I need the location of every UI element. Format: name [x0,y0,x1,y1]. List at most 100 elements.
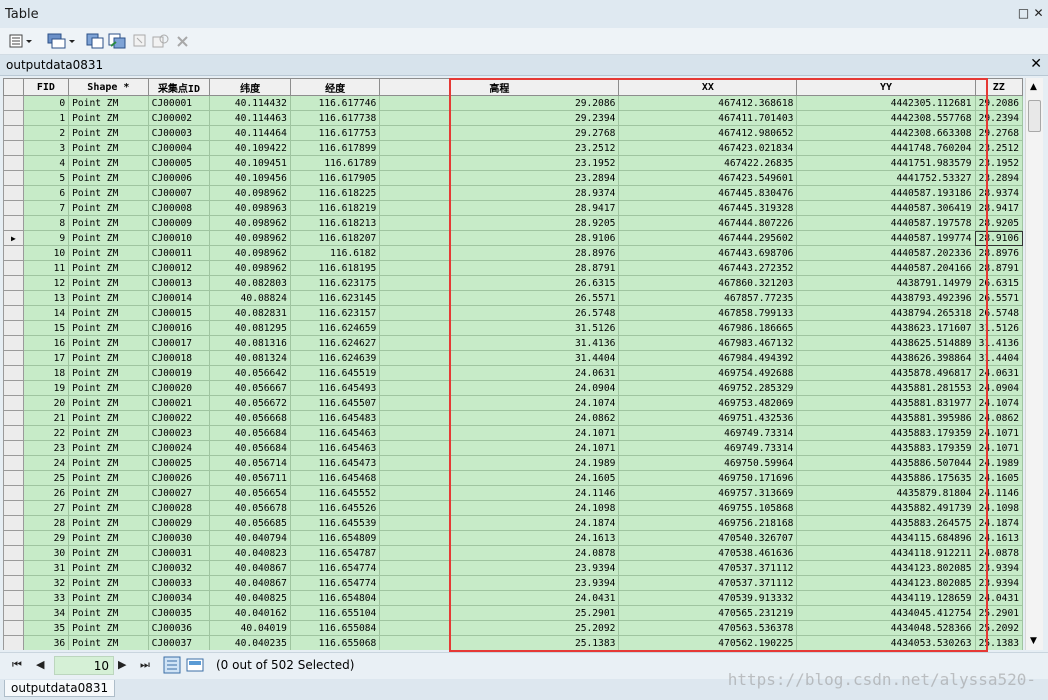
table-cell[interactable]: 34 [22,605,70,621]
table-cell[interactable]: 11 [22,260,70,276]
table-cell[interactable]: 24.0631 [379,365,620,381]
row-selector[interactable] [3,635,24,650]
row-selector[interactable] [3,440,24,456]
table-cell[interactable]: 40.056685 [209,515,291,531]
table-cell[interactable]: Point ZM [68,320,149,336]
table-cell[interactable]: 116.654787 [289,545,381,561]
table-cell[interactable]: 116.617905 [289,170,381,186]
table-cell[interactable]: Point ZM [68,485,149,501]
table-cell[interactable]: 4438791.14979 [796,275,976,291]
table-cell[interactable]: CJ00007 [147,185,211,201]
table-cell[interactable]: CJ00011 [147,245,211,261]
table-cell[interactable]: 116.654774 [289,575,381,591]
table-cell[interactable]: 40.109422 [209,140,291,156]
row-selector[interactable] [3,290,24,306]
table-cell[interactable]: Point ZM [68,200,149,216]
table-cell[interactable]: 467445.319328 [618,200,798,216]
table-cell[interactable]: 23.9394 [974,575,1023,591]
table-cell[interactable]: 467443.272352 [618,260,798,276]
row-selector[interactable] [3,125,24,141]
table-cell[interactable]: 28.8976 [379,245,620,261]
table-cell[interactable]: CJ00008 [147,200,211,216]
table-cell[interactable]: CJ00009 [147,215,211,231]
table-cell[interactable]: 467983.467132 [618,335,798,351]
table-cell[interactable]: 26 [22,485,70,501]
table-cell[interactable]: Point ZM [68,545,149,561]
table-cell[interactable]: Point ZM [68,590,149,606]
table-cell[interactable]: 4440587.204166 [796,260,976,276]
table-cell[interactable]: 26.5748 [974,305,1023,321]
table-cell[interactable]: 116.618219 [289,200,381,216]
table-cell[interactable]: 28.9374 [974,185,1023,201]
table-cell[interactable]: 4440587.202336 [796,245,976,261]
table-tab-title[interactable]: outputdata0831 [6,58,103,72]
table-cell[interactable]: 36 [22,635,70,650]
table-cell[interactable]: 24.0904 [379,380,620,396]
row-selector[interactable] [3,530,24,546]
row-selector[interactable] [3,350,24,366]
table-cell[interactable]: 470562.190225 [618,635,798,650]
table-cell[interactable]: 28.9106 [379,230,620,246]
table-cell[interactable]: 15 [22,320,70,336]
row-selector[interactable] [3,185,24,201]
table-cell[interactable]: 24.1146 [974,485,1023,501]
current-record-input[interactable]: 10 [54,656,114,675]
table-cell[interactable]: 24.1613 [974,530,1023,546]
table-cell[interactable]: CJ00032 [147,560,211,576]
table-cell[interactable]: CJ00028 [147,500,211,516]
table-cell[interactable]: 23.9394 [974,560,1023,576]
table-cell[interactable]: 18 [22,365,70,381]
table-cell[interactable]: CJ00027 [147,485,211,501]
table-cell[interactable]: 13 [22,290,70,306]
last-record-icon[interactable]: ⏭ [140,658,150,672]
table-cell[interactable]: 4440587.197578 [796,215,976,231]
table-cell[interactable]: 469755.105868 [618,500,798,516]
table-cell[interactable]: 24.0904 [974,380,1023,396]
table-cell[interactable]: 25.2092 [379,620,620,636]
column-header[interactable]: 经度 [289,78,381,96]
switch-selection-button[interactable] [108,32,126,50]
table-cell[interactable]: 23.9394 [379,560,620,576]
row-selector[interactable] [3,260,24,276]
table-row[interactable]: 22 Point ZM CJ00023 40.056684 116.645463 24.1… [3,425,1023,441]
table-cell[interactable]: CJ00034 [147,590,211,606]
table-cell[interactable]: 467444.295602 [618,230,798,246]
table-cell[interactable]: 22 [22,425,70,441]
table-cell[interactable]: 24.1074 [379,395,620,411]
row-selector[interactable] [3,335,24,351]
table-row[interactable]: 17 Point ZM CJ00018 40.081324 116.624639 31.4… [3,350,1023,366]
table-cell[interactable]: 467411.701403 [618,110,798,126]
column-header[interactable]: 高程 [379,78,620,96]
next-record-icon[interactable]: ▶ [118,658,126,671]
table-cell[interactable]: Point ZM [68,275,149,291]
table-cell[interactable]: 27 [22,500,70,516]
table-cell[interactable]: Point ZM [68,155,149,171]
column-header[interactable]: ZZ [974,78,1023,96]
table-cell[interactable]: 24.1098 [974,500,1023,516]
table-cell[interactable]: 24.1874 [974,515,1023,531]
table-cell[interactable]: 470563.536378 [618,620,798,636]
row-selector[interactable] [3,425,24,441]
table-cell[interactable]: 40.098962 [209,185,291,201]
table-cell[interactable]: 116.617746 [289,95,381,111]
table-cell[interactable]: Point ZM [68,140,149,156]
table-cell[interactable]: 4438625.514889 [796,335,976,351]
table-cell[interactable]: 4434118.912211 [796,545,976,561]
table-cell[interactable]: CJ00001 [147,95,211,111]
maximize-button[interactable]: □ [1017,7,1030,20]
table-cell[interactable]: 4434123.802085 [796,560,976,576]
table-cell[interactable]: Point ZM [68,605,149,621]
table-cell[interactable]: 24.0878 [379,545,620,561]
table-cell[interactable]: 35 [22,620,70,636]
close-window-button[interactable]: ✕ [1032,7,1045,20]
table-cell[interactable]: 31.4404 [974,350,1023,366]
table-row[interactable]: 29 Point ZM CJ00030 40.040794 116.654809 24.1… [3,530,1023,546]
table-row[interactable]: 11 Point ZM CJ00012 40.098962 116.618195 28.8… [3,260,1023,276]
table-cell[interactable]: CJ00003 [147,125,211,141]
table-cell[interactable]: 116.645526 [289,500,381,516]
table-row[interactable]: 8 Point ZM CJ00009 40.098962 116.618213 28.92… [3,215,1023,231]
table-row[interactable]: 12 Point ZM CJ00013 40.082803 116.623175 26.6… [3,275,1023,291]
table-cell[interactable]: 116.645483 [289,410,381,426]
table-cell[interactable]: 116.617753 [289,125,381,141]
row-selector[interactable] [3,560,24,576]
